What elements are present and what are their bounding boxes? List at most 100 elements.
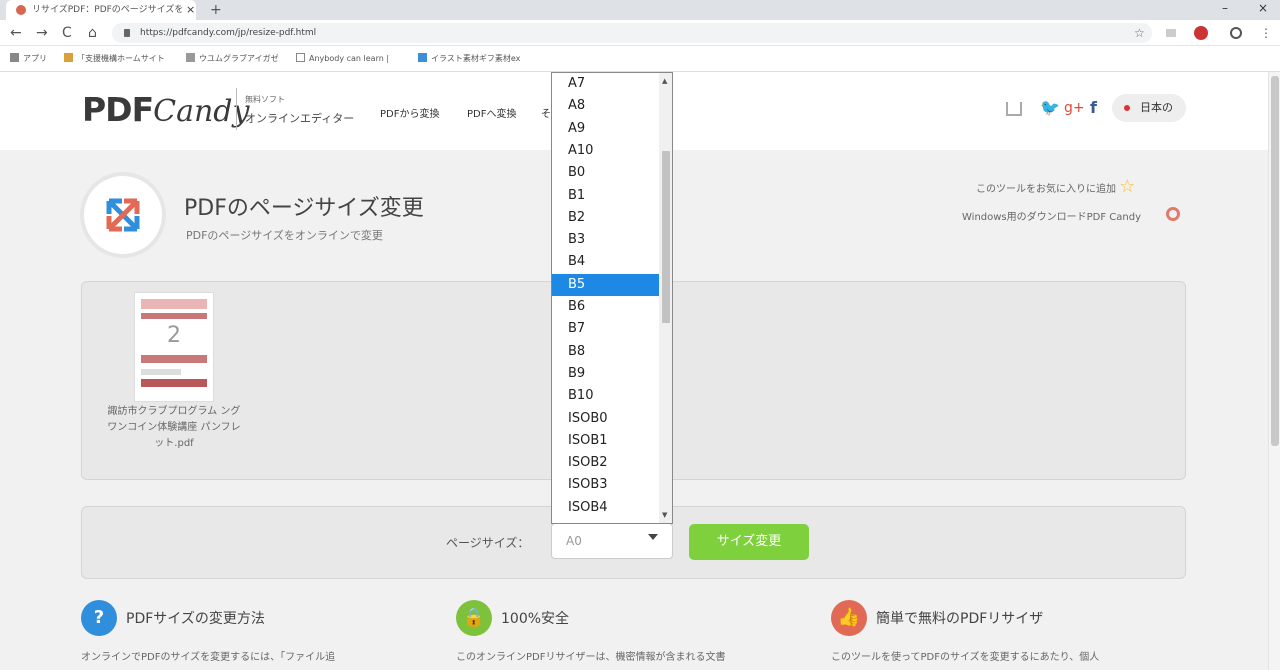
resize-tool-icon <box>80 172 166 258</box>
page-scrollbar[interactable] <box>1268 72 1280 670</box>
extension-icon[interactable] <box>1194 26 1208 40</box>
tagline-small: 無料ソフト <box>245 95 285 104</box>
dropdown-option[interactable]: B1 <box>552 185 659 207</box>
thumb-band <box>141 355 207 363</box>
logo-divider <box>236 88 237 130</box>
thumbnail-page-number: 2 <box>167 323 181 348</box>
help-icon: ? <box>81 600 117 636</box>
forward-button[interactable]: → <box>36 23 48 43</box>
url-text: https://pdfcandy.com/jp/resize-pdf.html <box>140 28 317 38</box>
bookmark-favicon-icon <box>64 53 73 62</box>
dropdown-option[interactable]: A7 <box>552 73 659 95</box>
page-size-select[interactable]: A0 <box>551 523 673 559</box>
dropdown-option[interactable]: ISOB0 <box>552 408 659 430</box>
thumb-band <box>141 313 207 319</box>
star-icon: ☆ <box>1119 176 1136 197</box>
bookmark-star-icon[interactable]: ☆ <box>1134 23 1145 43</box>
new-tab-button[interactable]: + <box>210 0 222 20</box>
dropdown-option[interactable]: B2 <box>552 207 659 229</box>
dropdown-option[interactable]: ISOB3 <box>552 474 659 496</box>
feature-title-how: PDFサイズの変更方法 <box>126 611 265 627</box>
dropdown-option[interactable]: A8 <box>552 95 659 117</box>
pdfcandy-favicon-icon <box>16 5 26 15</box>
scroll-up-icon[interactable]: ▲ <box>662 77 667 85</box>
windows-download-link[interactable]: Windows用のダウンロードPDF Candy <box>962 208 1141 223</box>
browser-tab[interactable]: リサイズPDF：PDFのページサイズを × <box>6 0 196 20</box>
dropdown-option[interactable]: B7 <box>552 318 659 340</box>
bookmark-apps[interactable]: アプリ <box>10 46 47 72</box>
cast-icon[interactable] <box>1166 29 1176 37</box>
pdfcandy-logo[interactable]: PDFCandy <box>82 90 249 129</box>
menu-icon[interactable]: ⋮ <box>1260 23 1272 43</box>
scroll-down-icon[interactable]: ▼ <box>662 511 667 519</box>
file-name: 諏訪市クラブプログラム ングワンコイン体験講座 パンフレット.pdf <box>107 406 241 449</box>
thumb-header-block <box>141 299 207 309</box>
home-button[interactable]: ⌂ <box>88 23 97 43</box>
dropdown-option[interactable]: B5 <box>552 273 659 296</box>
page-scroll-thumb[interactable] <box>1271 76 1279 446</box>
pdfcandy-windows-icon <box>1166 207 1180 221</box>
window-close-button[interactable]: × <box>1258 0 1268 16</box>
dropdown-option[interactable]: B4 <box>552 251 659 273</box>
nav-to-pdf[interactable]: PDFへ変換 <box>467 105 516 120</box>
feature-title-secure: 100%安全 <box>501 611 570 627</box>
url-field[interactable]: https://pdfcandy.com/jp/resize-pdf.html <box>112 23 1152 43</box>
dropdown-option[interactable]: B6 <box>552 296 659 318</box>
page-title: PDFのページサイズ変更 <box>184 196 424 221</box>
page-size-label: ページサイズ： <box>446 536 530 550</box>
dropdown-option[interactable]: B3 <box>552 229 659 251</box>
download-icon[interactable] <box>1006 102 1022 116</box>
dropdown-option[interactable]: A9 <box>552 118 659 140</box>
feature-text-secure: このオンラインPDFリサイザーは、機密情報が含まれる文書 <box>456 652 726 663</box>
lock-icon: 🔒 <box>456 600 492 636</box>
tab-close-icon[interactable]: × <box>186 0 195 20</box>
bookmark-1[interactable]: 「支援機構ホームサイト <box>64 46 165 72</box>
page-icon <box>296 53 305 62</box>
dropdown-scrollbar[interactable]: ▲ ▼ <box>659 73 672 523</box>
tagline: オンラインエディター <box>245 112 355 125</box>
chevron-down-icon <box>648 534 658 540</box>
language-selector[interactable]: 日本の <box>1112 94 1186 122</box>
dropdown-option[interactable]: B0 <box>552 162 659 184</box>
pdf-thumbnail[interactable]: 2 <box>134 292 214 402</box>
facebook-icon[interactable]: f <box>1090 98 1097 118</box>
feature-text-free: このツールを使ってPDFのサイズを変更するにあたり、個人 <box>831 652 1100 663</box>
bookmark-favicon-icon <box>418 53 427 62</box>
page-size-dropdown[interactable]: A7 A8 A9 A10 B0 B1 B2 B3 B4 B5 B6 B7 B8 B9 B10 ISOB0 ISO… <box>551 72 673 524</box>
google-plus-icon[interactable]: g+ <box>1064 98 1085 118</box>
dropdown-option[interactable]: ISOB4 <box>552 497 659 519</box>
twitter-icon[interactable]: 🐦 <box>1040 98 1060 118</box>
bookmark-2[interactable]: ウユムグラブアイガゼ <box>186 46 279 72</box>
dropdown-option[interactable]: B10 <box>552 385 659 407</box>
apps-grid-icon <box>10 53 19 62</box>
page-subtitle: PDFのページサイズをオンラインで変更 <box>186 229 383 242</box>
dropdown-option[interactable]: A10 <box>552 140 659 162</box>
add-favorite-link[interactable]: このツールをお気に入りに追加 ☆ <box>976 176 1135 197</box>
dropdown-option[interactable]: B9 <box>552 363 659 385</box>
dropdown-option[interactable]: ISOB2 <box>552 452 659 474</box>
feature-text-how: オンラインでPDFのサイズを変更するには、「ファイル追 <box>81 652 336 663</box>
bookmark-favicon-icon <box>186 53 195 62</box>
lock-icon <box>124 29 130 37</box>
bookmark-4[interactable]: イラスト素材ギフ素材ex <box>418 46 520 72</box>
dropdown-scroll-thumb[interactable] <box>662 151 670 323</box>
thumbs-up-icon: 👍 <box>831 600 867 636</box>
feature-title-free: 簡単で無料のPDFリサイザ <box>876 611 1044 627</box>
minimize-button[interactable]: – <box>1222 0 1228 16</box>
nav-from-pdf[interactable]: PDFから変換 <box>380 105 439 120</box>
dropdown-option[interactable]: ISOB1 <box>552 430 659 452</box>
japan-flag-icon <box>1124 105 1130 111</box>
profile-icon[interactable] <box>1230 27 1242 39</box>
reload-button[interactable]: C <box>62 23 72 43</box>
tab-title: リサイズPDF：PDFのページサイズを <box>32 5 184 15</box>
page-size-value: A0 <box>566 534 582 548</box>
dropdown-option[interactable]: B8 <box>552 341 659 363</box>
address-bar-row: ← → C ⌂ https://pdfcandy.com/jp/resize-p… <box>0 20 1280 46</box>
resize-button[interactable]: サイズ変更 <box>689 524 809 560</box>
bookmarks-bar: アプリ 「支援機構ホームサイト ウユムグラブアイガゼ Anybody can l… <box>0 46 1280 72</box>
bookmark-3[interactable]: Anybody can learn | <box>296 46 389 72</box>
language-label: 日本の <box>1140 101 1173 114</box>
back-button[interactable]: ← <box>10 23 22 43</box>
browser-tab-bar: リサイズPDF：PDFのページサイズを × + – × <box>0 0 1280 20</box>
thumb-band <box>141 379 207 387</box>
